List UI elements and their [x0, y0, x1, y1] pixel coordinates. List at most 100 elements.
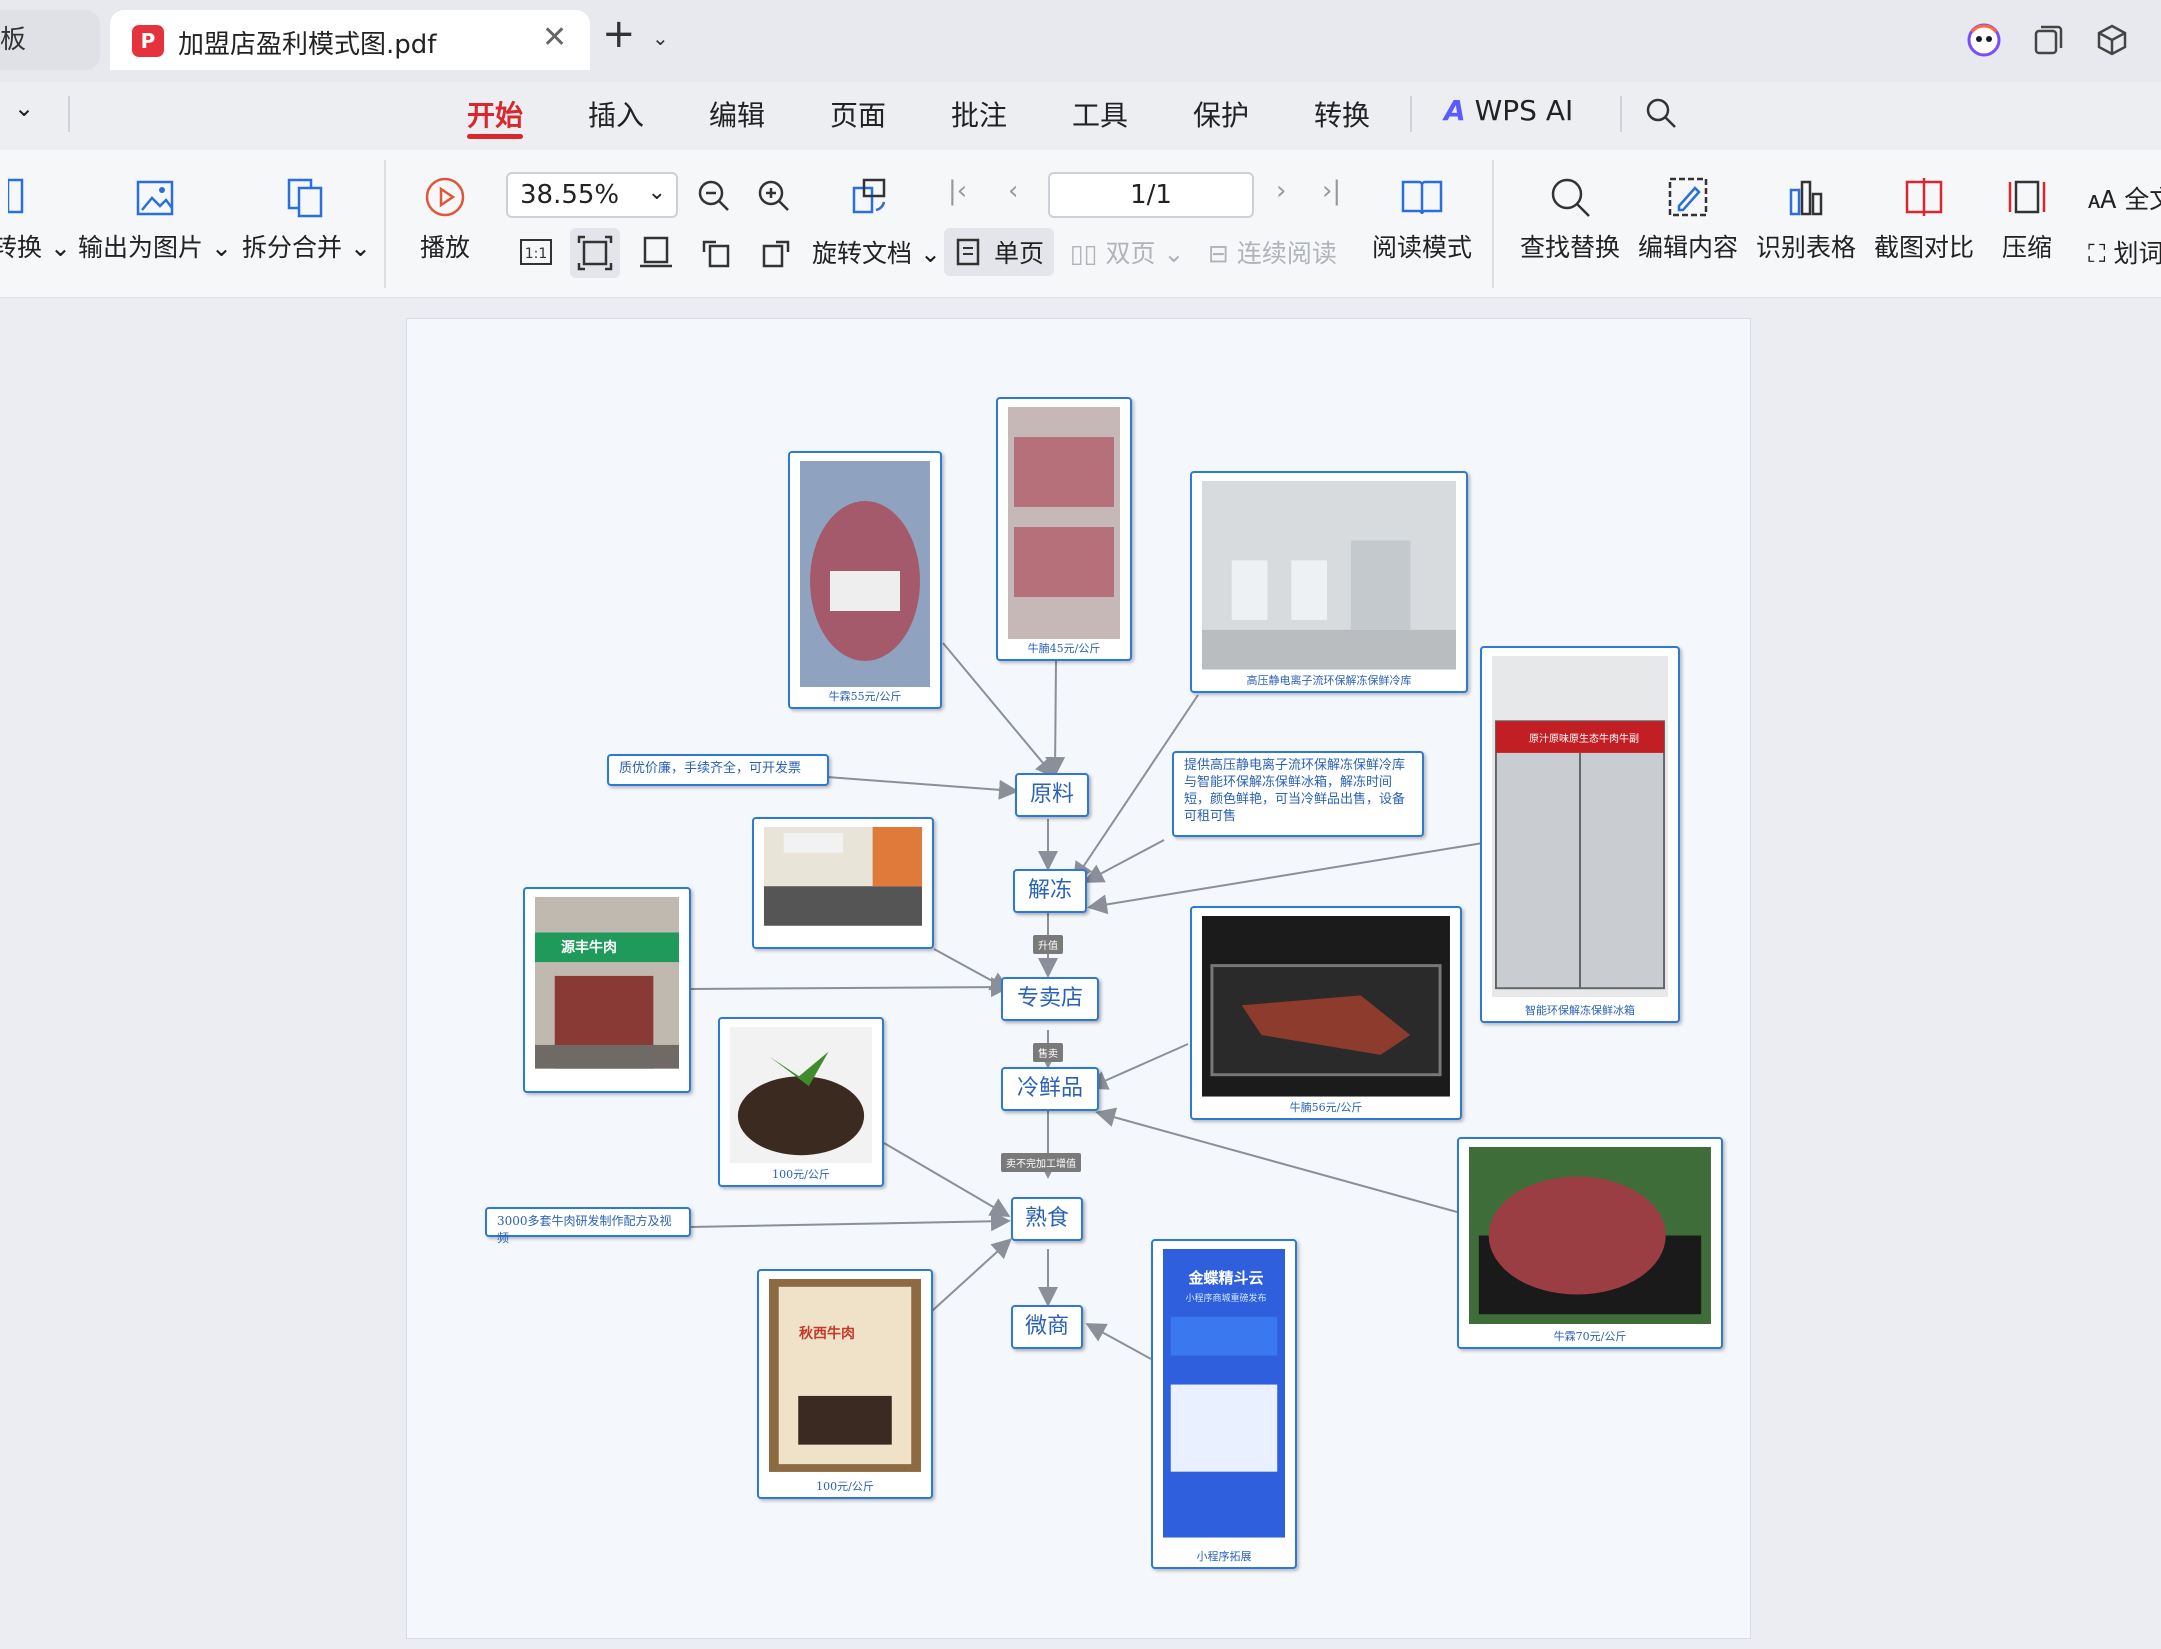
convert-icon: [8, 178, 24, 214]
image-export-icon: [136, 180, 174, 216]
full-translate-label: 全文: [2124, 185, 2161, 214]
menu-wps-ai[interactable]: A WPS AI: [1444, 94, 1573, 127]
window-restore-icon[interactable]: [2030, 22, 2066, 58]
image-beef-leg-2: 牛霖70元/公斤: [1457, 1137, 1723, 1349]
jerky-pack-photo: [769, 1279, 921, 1472]
recognize-table-button[interactable]: 识别表格: [1756, 174, 1856, 264]
close-icon[interactable]: ✕: [542, 20, 567, 55]
export-image-label: 输出为图片: [78, 233, 204, 262]
brisket-grill-photo: [1202, 916, 1450, 1097]
double-page-button[interactable]: ▯▯ 双页 ⌄: [1070, 234, 1184, 270]
image-jerky: 秋西牛肉 100元/公斤: [757, 1269, 933, 1499]
image-fridge: 原汁原味原生态牛肉牛副 智能环保解冻保鲜冰箱: [1480, 646, 1680, 1023]
rotate-right-icon[interactable]: [758, 234, 794, 270]
compress-label: 压缩: [2002, 233, 2053, 262]
fit-page-button[interactable]: [570, 228, 620, 278]
play-button[interactable]: 播放: [420, 174, 470, 264]
note-quality: 质优价廉，手续齐全，可开发票: [607, 754, 829, 786]
assistant-icon[interactable]: [1966, 22, 2002, 58]
fit-width-icon[interactable]: [638, 234, 674, 270]
fridge-photo: [1492, 656, 1668, 998]
single-page-button[interactable]: 单页: [944, 228, 1054, 276]
reading-mode-label: 阅读模式: [1372, 233, 1473, 262]
menu-tools[interactable]: 工具: [1072, 94, 1128, 134]
node-chilled-product: 冷鲜品: [1001, 1067, 1099, 1111]
search-icon[interactable]: [1644, 96, 1678, 130]
zoom-out-icon[interactable]: [696, 178, 732, 214]
first-page-icon[interactable]: |‹: [948, 176, 967, 206]
menu-annotate[interactable]: 批注: [951, 94, 1007, 134]
word-translate-icon: ⛶: [2088, 239, 2106, 268]
caption: 小程序拓展: [1196, 1550, 1252, 1563]
caption: 牛霖70元/公斤: [1553, 1330, 1627, 1343]
menu-insert[interactable]: 插入: [588, 94, 644, 134]
menu-edit[interactable]: 编辑: [709, 94, 765, 134]
zoom-in-icon[interactable]: [756, 178, 792, 214]
word-translate-button[interactable]: ⛶ 划词: [2088, 234, 2161, 270]
caption: 牛腩45元/公斤: [1027, 642, 1101, 655]
ribbon-divider: [384, 160, 386, 288]
fridge-sign: 原汁原味原生态牛肉牛副: [1529, 734, 1639, 745]
tab-previous[interactable]: 板: [0, 10, 100, 70]
node-raw-material: 原料: [1015, 773, 1089, 817]
rotate-document-button[interactable]: 旋转文档 ⌄: [812, 234, 941, 270]
note-recipes: 3000多套牛肉研发制作配方及视频: [485, 1207, 691, 1245]
menu-page[interactable]: 页面: [830, 94, 886, 134]
edit-content-icon: [1668, 177, 1708, 217]
menu-protect[interactable]: 保护: [1193, 94, 1249, 134]
chevron-down-icon: ⌄: [647, 180, 666, 205]
menu-collapse-chevron-icon[interactable]: ⌄: [14, 94, 34, 122]
edit-content-button[interactable]: 编辑内容: [1638, 174, 1738, 264]
menu-convert[interactable]: 转换: [1314, 94, 1370, 134]
cube-icon[interactable]: [2094, 22, 2130, 58]
convert-button[interactable]: 转换 ⌄: [0, 174, 71, 264]
word-translate-label: 划词: [2113, 239, 2161, 268]
export-image-button[interactable]: 输出为图片 ⌄: [78, 174, 232, 264]
image-miniapp: 金蝶精斗云 小程序商城重磅发布 小程序拓展: [1151, 1239, 1297, 1569]
menu-wps-ai-label: WPS AI: [1474, 94, 1574, 127]
full-translate-button[interactable]: 🗚 全文: [2088, 180, 2161, 216]
miniapp-subtitle: 小程序商城重磅发布: [1185, 1294, 1267, 1304]
beef-leg-tray-photo: [1469, 1147, 1711, 1325]
book-icon: [1401, 180, 1443, 215]
menu-bar: ⌄ 开始 插入 编辑 页面 批注 工具 保护 转换 A WPS AI: [0, 82, 2161, 150]
menu-divider: [68, 96, 70, 132]
previous-page-icon[interactable]: ‹: [1008, 176, 1018, 206]
continuous-reading-button[interactable]: ⊟ 连续阅读: [1208, 234, 1337, 270]
image-brisket-1: 牛腩45元/公斤: [996, 397, 1132, 661]
split-merge-label: 拆分合并: [242, 233, 343, 262]
compress-button[interactable]: 压缩: [2002, 174, 2052, 264]
pdf-icon: P: [132, 25, 164, 57]
jerky-pack-title: 秋西牛肉: [799, 1326, 855, 1342]
single-page-icon: [956, 238, 980, 266]
play-icon: [425, 177, 465, 217]
menu-start[interactable]: 开始: [467, 94, 523, 134]
rotate-left-icon[interactable]: [698, 234, 734, 270]
double-page-icon: ▯▯: [1070, 239, 1098, 268]
zoom-select[interactable]: 38.55% ⌄: [506, 172, 678, 218]
reading-mode-button[interactable]: 阅读模式: [1372, 174, 1472, 264]
new-tab-plus-icon[interactable]: +: [602, 14, 636, 54]
caption: 牛霖55元/公斤: [828, 690, 902, 703]
split-merge-button[interactable]: 拆分合并 ⌄: [242, 174, 371, 264]
chevron-down-icon[interactable]: ⌄: [652, 26, 669, 50]
page-number-input[interactable]: 1/1: [1048, 172, 1254, 218]
menu-divider: [1620, 96, 1622, 132]
find-replace-button[interactable]: 查找替换: [1520, 174, 1620, 264]
svg-text:1:1: 1:1: [525, 246, 548, 262]
screenshot-compare-icon: [1905, 178, 1943, 216]
actual-size-icon[interactable]: 1:1: [518, 234, 554, 270]
convert-label: 转换: [0, 233, 43, 262]
rotate-document-icon[interactable]: [848, 174, 892, 218]
recognize-table-label: 识别表格: [1756, 233, 1857, 262]
cold-room-photo: [1202, 481, 1456, 670]
image-store-interior: [752, 817, 934, 949]
compare-button[interactable]: 截图对比: [1874, 174, 1974, 264]
image-cold-room: 高压静电离子流环保解冻保鲜冷库: [1190, 471, 1468, 693]
caption: 100元/公斤: [816, 1480, 874, 1493]
next-page-icon[interactable]: ›: [1276, 176, 1286, 206]
brisket-photo: [1008, 407, 1120, 639]
tab-active-document[interactable]: P 加盟店盈利模式图.pdf ✕: [110, 10, 590, 70]
edge-label-sell: 售卖: [1033, 1043, 1063, 1062]
last-page-icon[interactable]: ›|: [1322, 176, 1341, 206]
